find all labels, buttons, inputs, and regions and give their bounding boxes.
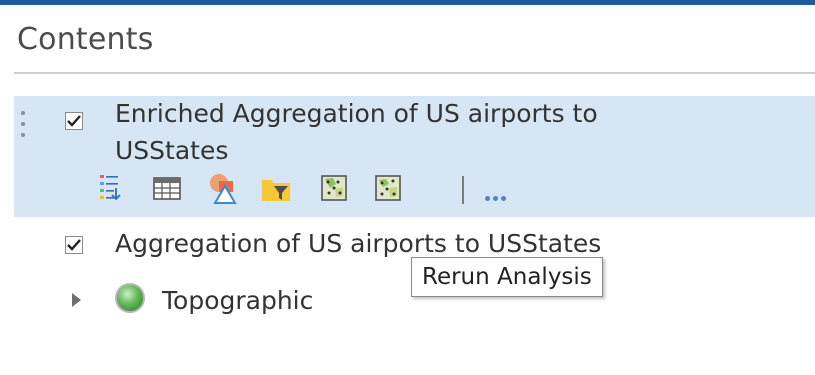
layer-visibility-checkbox[interactable] xyxy=(65,112,83,130)
basemap-name[interactable]: Topographic xyxy=(162,284,313,318)
change-style-icon[interactable] xyxy=(205,172,237,204)
layer-visibility-checkbox[interactable] xyxy=(65,236,83,254)
filter-icon[interactable] xyxy=(260,172,292,204)
expand-caret-icon[interactable] xyxy=(72,293,81,307)
layer-name-line2[interactable]: USStates xyxy=(115,134,228,168)
more-options-icon[interactable] xyxy=(485,186,509,205)
layer-name-aggregation[interactable]: Aggregation of US airports to USStates xyxy=(115,227,601,261)
panel-title: Contents xyxy=(17,22,154,57)
layer-name-line1[interactable]: Enriched Aggregation of US airports to xyxy=(115,97,598,131)
title-divider xyxy=(14,72,815,74)
top-accent-bar xyxy=(0,0,815,5)
tooltip-rerun-analysis: Rerun Analysis xyxy=(411,257,603,297)
rerun-analysis-icon[interactable] xyxy=(372,172,404,204)
perform-analysis-icon[interactable] xyxy=(318,172,350,204)
show-table-icon[interactable] xyxy=(151,172,183,204)
layer-toolbar xyxy=(100,172,525,208)
show-legend-icon[interactable] xyxy=(95,172,127,204)
drag-handle-icon[interactable] xyxy=(20,111,26,155)
basemap-globe-icon xyxy=(115,283,145,313)
toolbar-separator xyxy=(462,176,464,204)
